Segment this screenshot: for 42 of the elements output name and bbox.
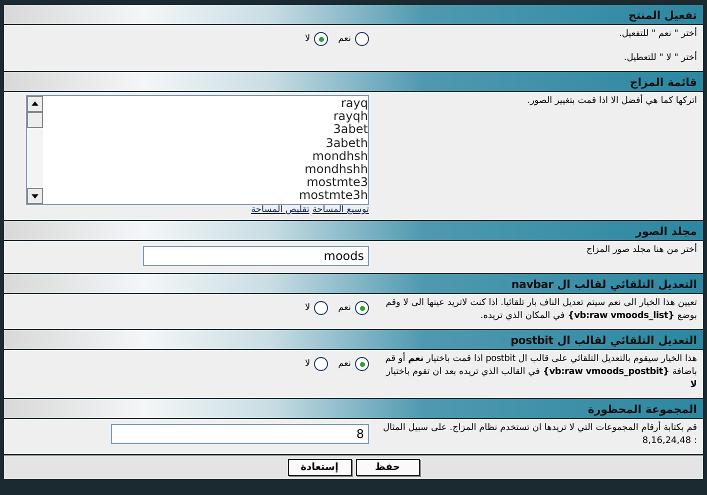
radio-button[interactable] — [314, 357, 328, 371]
radio-button[interactable] — [314, 301, 328, 315]
section-header: التعديل التلقائي لقالب ال navbar — [4, 274, 703, 293]
scroll-up-icon[interactable] — [27, 96, 43, 112]
section-header: قائمة المزاج — [4, 72, 703, 91]
form-button[interactable]: إستعادة — [288, 459, 352, 476]
setting-description: أختر " نعم " للتفعيل. — [618, 28, 697, 41]
list-item[interactable]: mondhshh — [45, 162, 368, 176]
radio-button[interactable] — [355, 301, 369, 315]
radio-button[interactable] — [314, 32, 328, 46]
list-box[interactable]: rayq rayqh 3abet 3abeth mondhsh mondhshh mostmte3 mostmte3h — [26, 95, 369, 205]
list-item[interactable]: rayqh — [45, 110, 368, 124]
list-item[interactable]: mostmte3h — [45, 189, 368, 202]
radio-label: نعم — [338, 359, 351, 369]
section-header: المجموعة المحظورة — [4, 399, 703, 418]
radio-button[interactable] — [355, 357, 369, 371]
scrollbar[interactable] — [27, 96, 43, 204]
radio-label: لا — [305, 34, 310, 44]
scrollbar-thumb[interactable] — [27, 112, 43, 128]
form-button[interactable]: حفظ — [356, 459, 420, 476]
section-header: مجلد الصور — [4, 221, 703, 240]
list-item[interactable]: rayq — [45, 97, 368, 110]
list-item[interactable]: mondhsh — [45, 150, 368, 163]
radio-label: نعم — [338, 303, 351, 313]
section-header: تفعيل المنتج — [4, 5, 703, 24]
text-field[interactable]: moods — [143, 246, 369, 266]
setting-description: أختر من هنا مجلد صور المزاج — [585, 244, 697, 257]
resize-link[interactable]: تقليص المساحة — [251, 205, 310, 215]
resize-link[interactable]: توسيع المساحة — [312, 205, 369, 215]
setting-description: قم بكتابة أرقام المجموعات التي لا تريدها ان تستخدم نظام المزاج. على سبيل المثال : 8,16,24,48 — [382, 422, 697, 448]
setting-description: اتركها كما هي أفضل الا اذا قمت بتغيير الصور. — [526, 95, 697, 108]
radio-label: نعم — [338, 34, 351, 44]
section-header: التعديل التلقائي لقالب ال postbit — [4, 330, 703, 349]
radio-label: لا — [305, 359, 310, 369]
radio-button[interactable] — [355, 32, 369, 46]
list-item[interactable]: 3abeth — [45, 136, 368, 150]
list-item[interactable]: 3abet — [45, 123, 368, 137]
text-field[interactable]: 8 — [111, 424, 369, 444]
list-item[interactable]: mostmte3 — [45, 176, 368, 190]
scroll-down-icon[interactable] — [27, 188, 43, 204]
setting-description: أختر " لا " للتعطيل. — [622, 52, 697, 65]
radio-label: لا — [305, 303, 310, 313]
